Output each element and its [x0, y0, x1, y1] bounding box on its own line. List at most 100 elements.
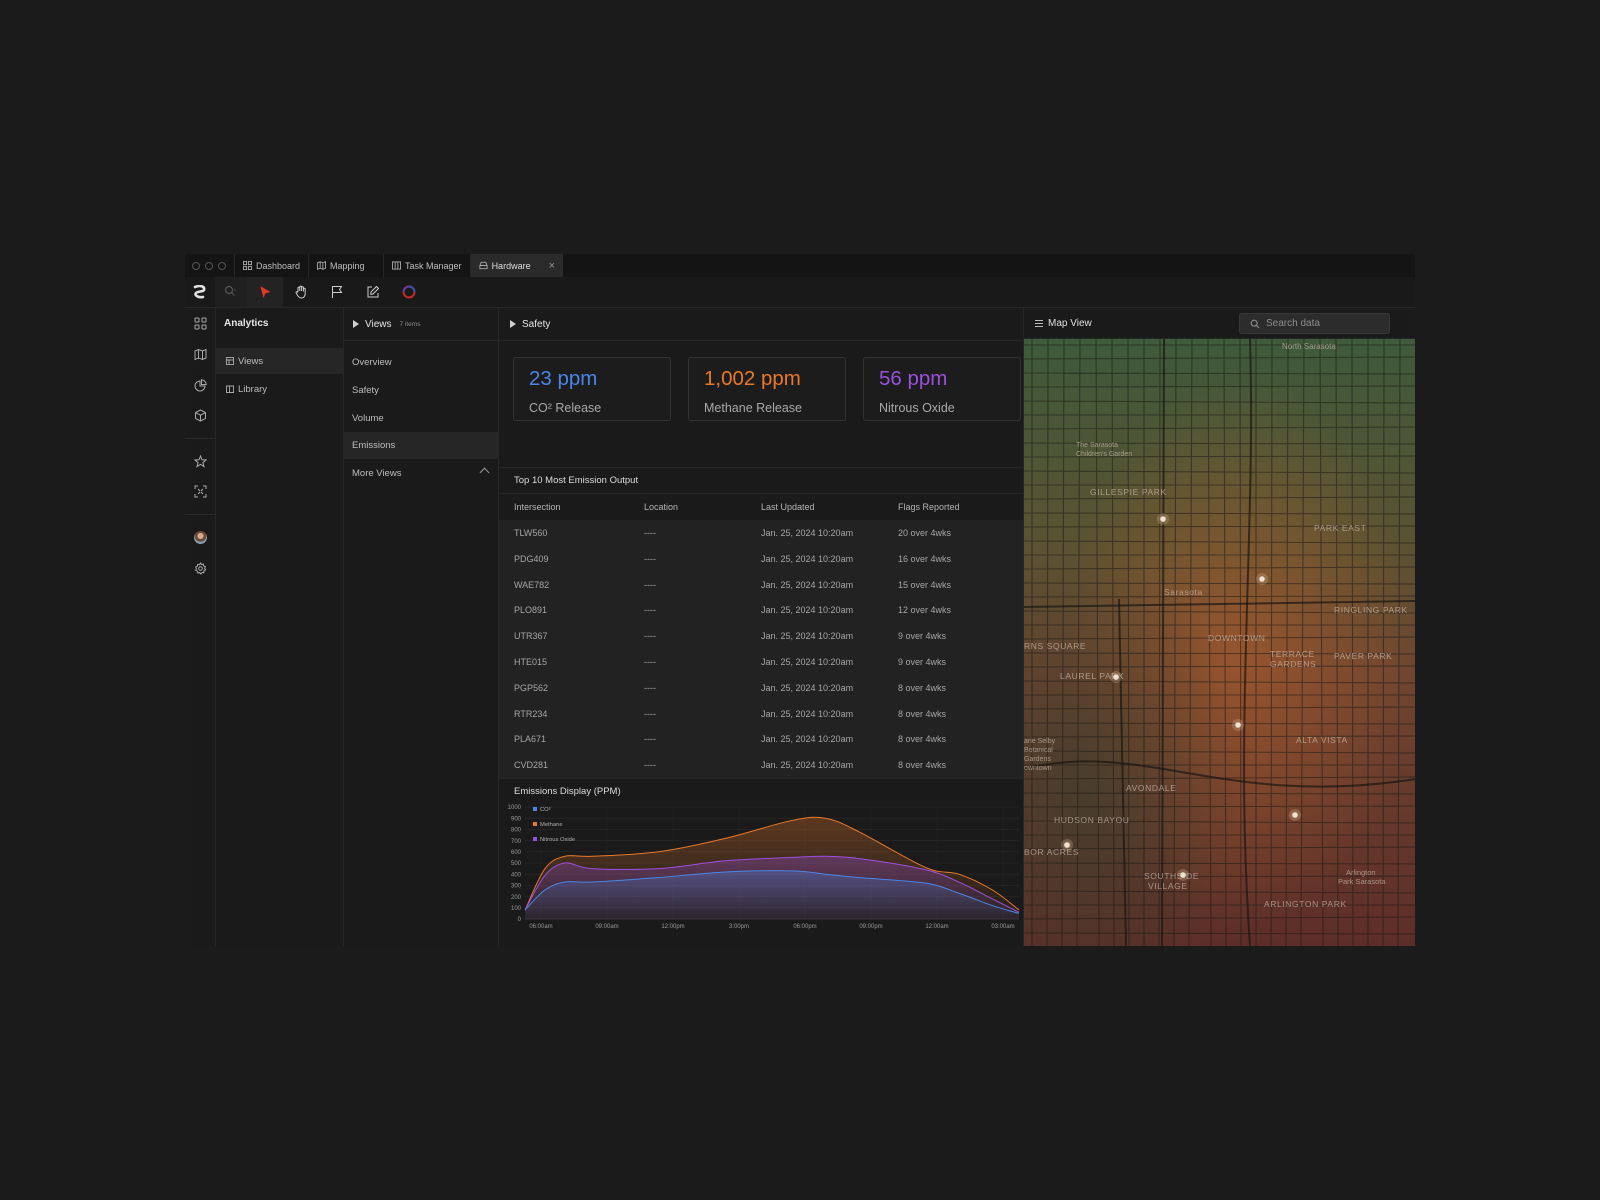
map-area-label: Gardens	[1024, 756, 1051, 763]
rail-settings-button[interactable]	[185, 557, 215, 579]
minimize-window-button[interactable]	[205, 261, 213, 270]
table-header: Intersection Location Last Updated Flags…	[499, 493, 1023, 521]
views-count: 7 items	[399, 320, 421, 328]
rail-analytics-button[interactable]	[185, 374, 215, 396]
analytics-sidebar: Analytics Views Library	[216, 308, 344, 946]
views-panel: Views 7 items Overview Safety Volume Emi…	[344, 308, 499, 946]
cell-flags: 12 over 4wks	[898, 605, 952, 616]
cell-flags: 16 over 4wks	[898, 553, 952, 564]
view-item-label: More Views	[352, 468, 402, 479]
cell-location: ----	[644, 682, 656, 693]
metric-label: Methane Release	[704, 401, 802, 415]
map-marker[interactable]	[1112, 673, 1120, 681]
map-area-label: Sarasota	[1164, 587, 1203, 597]
map-marker[interactable]	[1258, 575, 1266, 583]
map-area-label: VILLAGE	[1148, 881, 1188, 891]
legend-swatch	[533, 822, 537, 826]
y-tick-label: 800	[511, 828, 522, 834]
cell-location: ----	[644, 734, 656, 745]
cell-flags: 8 over 4wks	[898, 760, 947, 771]
zoom-tool[interactable]	[215, 277, 247, 307]
table-row[interactable]: PLA671 ---- Jan. 25, 2024 10:20am 8 over 4w…	[499, 726, 1023, 752]
metric-card-methane: 1,002 ppm Methane Release	[688, 357, 846, 421]
views-title: Views	[365, 318, 392, 330]
table-row[interactable]: PDG409 ---- Jan. 25, 2024 10:20am 16 over 4…	[499, 546, 1023, 572]
rail-dashboard-button[interactable]	[185, 312, 215, 334]
map-marker[interactable]	[1159, 515, 1167, 523]
sidebar-title: Analytics	[224, 318, 269, 329]
legend-swatch	[533, 837, 537, 841]
map-marker[interactable]	[1179, 871, 1187, 879]
map-area-label: TERRACE	[1270, 649, 1315, 659]
table-row[interactable]: WAE782 ---- Jan. 25, 2024 10:20am 15 over 4…	[499, 572, 1023, 598]
maximize-window-button[interactable]	[218, 261, 226, 270]
view-item-overview[interactable]: Overview	[344, 349, 498, 376]
views-header[interactable]: Views 7 items	[344, 308, 498, 341]
rail-favorites-button[interactable]	[185, 450, 215, 472]
table-row[interactable]: CVD281 ---- Jan. 25, 2024 10:20am 8 over 4w…	[499, 752, 1023, 778]
rail-hardware-button[interactable]	[185, 404, 215, 426]
menu-icon[interactable]	[1035, 320, 1043, 329]
cell-flags: 8 over 4wks	[898, 708, 947, 719]
app-logo[interactable]	[185, 277, 215, 307]
page-title: Safety	[522, 318, 551, 330]
chart-title: Emissions Display (PPM)	[514, 786, 621, 797]
y-tick-label: 500	[511, 861, 522, 867]
map-icon	[317, 261, 327, 270]
color-tool[interactable]	[391, 277, 427, 307]
y-tick-label: 900	[511, 816, 522, 822]
view-item-more-views[interactable]: More Views	[344, 460, 498, 487]
rail-map-button[interactable]	[185, 343, 215, 365]
cell-flags: 20 over 4wks	[898, 528, 952, 538]
map-area-label: North Sarasota	[1282, 342, 1336, 351]
tab-task-manager[interactable]: Task Manager	[383, 254, 470, 277]
view-item-safety[interactable]: Safety	[344, 377, 498, 404]
sidebar-item-views[interactable]: Views	[216, 348, 343, 374]
tab-dashboard[interactable]: Dashboard	[234, 254, 308, 277]
close-window-button[interactable]	[192, 261, 200, 270]
toolbar	[185, 277, 1415, 308]
search-box[interactable]	[1239, 313, 1390, 334]
column-header[interactable]: Location	[644, 502, 678, 512]
y-tick-label: 400	[511, 872, 522, 878]
view-item-emissions[interactable]: Emissions	[344, 432, 498, 459]
y-tick-label: 600	[511, 850, 522, 856]
map-marker[interactable]	[1291, 811, 1299, 819]
rail-scan-button[interactable]	[185, 480, 215, 502]
table-row[interactable]: TLW560 ---- Jan. 25, 2024 10:20am 20 over 4…	[499, 520, 1023, 546]
cell-flags: 9 over 4wks	[898, 657, 947, 667]
cell-intersection: RTR234	[514, 708, 548, 719]
tab-mapping[interactable]: Mapping	[308, 254, 383, 277]
table-row[interactable]: HTE015 ---- Jan. 25, 2024 10:20am 9 over 4w…	[499, 649, 1023, 675]
hand-tool[interactable]	[283, 277, 319, 307]
sidebar-item-library[interactable]: Library	[216, 376, 343, 402]
columns-icon	[392, 261, 402, 270]
column-header[interactable]: Last Updated	[761, 502, 815, 512]
pointer-tool[interactable]	[247, 277, 283, 307]
edit-tool[interactable]	[355, 277, 391, 307]
flag-tool[interactable]	[319, 277, 355, 307]
map-area-label: RNS SQUARE	[1024, 641, 1086, 651]
map-canvas[interactable]: North Sarasota The Sarasota Children's Gar…	[1024, 339, 1415, 946]
rail-profile-button[interactable]	[185, 526, 215, 548]
map-area-label: RINGLING PARK	[1334, 605, 1408, 615]
table-row[interactable]: UTR367 ---- Jan. 25, 2024 10:20am 9 over 4w…	[499, 623, 1023, 649]
column-header[interactable]: Flags Reported	[898, 502, 960, 512]
column-header[interactable]: Intersection	[514, 502, 561, 512]
cell-last-updated: Jan. 25, 2024 10:20am	[761, 760, 854, 771]
table-row[interactable]: RTR234 ---- Jan. 25, 2024 10:20am 8 over 4w…	[499, 701, 1023, 727]
star-icon	[193, 454, 207, 468]
view-item-volume[interactable]: Volume	[344, 405, 498, 432]
map-marker[interactable]	[1063, 841, 1071, 849]
main-header[interactable]: Safety	[499, 308, 1023, 341]
search-input[interactable]	[1266, 318, 1386, 329]
table-row[interactable]: PGP562 ---- Jan. 25, 2024 10:20am 8 over 4w…	[499, 675, 1023, 701]
map-icon	[194, 348, 206, 360]
table-row[interactable]: PLO891 ---- Jan. 25, 2024 10:20am 12 over 4…	[499, 597, 1023, 623]
map-marker[interactable]	[1234, 721, 1242, 729]
cell-location: ----	[644, 528, 656, 538]
close-tab-icon[interactable]: ×	[549, 260, 555, 272]
hand-icon	[295, 285, 306, 299]
table-divider	[499, 467, 1023, 468]
tab-hardware[interactable]: Hardware ×	[469, 254, 564, 277]
